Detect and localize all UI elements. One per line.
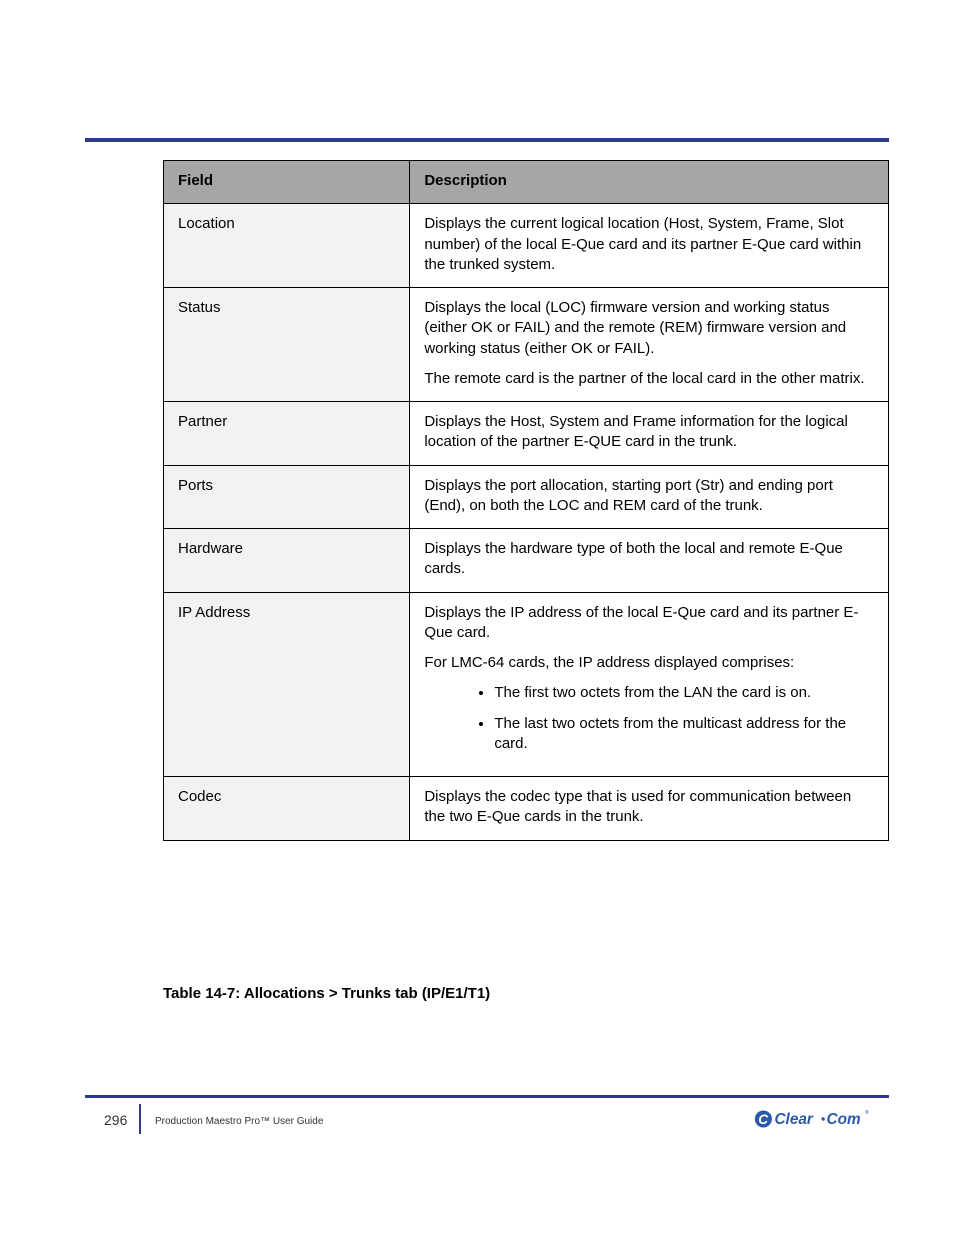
field-location: Location — [164, 204, 410, 288]
table-row: Status Displays the local (LOC) firmware… — [164, 288, 889, 402]
table-row: Partner Displays the Host, System and Fr… — [164, 402, 889, 466]
table-row: IP Address Displays the IP address of th… — [164, 592, 889, 777]
field-status: Status — [164, 288, 410, 402]
svg-text:®: ® — [865, 1109, 869, 1116]
table-row: Hardware Displays the hardware type of b… — [164, 529, 889, 593]
field-hardware: Hardware — [164, 529, 410, 593]
svg-text:C: C — [758, 1112, 769, 1127]
desc-status: Displays the local (LOC) firmware versio… — [410, 288, 888, 402]
svg-text:Com: Com — [827, 1111, 861, 1128]
table-header-row: Field Description — [164, 161, 889, 204]
ip-address-bullets: The first two octets from the LAN the ca… — [424, 683, 876, 754]
desc-ip-address: Displays the IP address of the local E-Q… — [410, 592, 888, 777]
page-number: 296 — [104, 1112, 127, 1128]
footer-rule — [85, 1095, 889, 1098]
col-header-description: Description — [410, 161, 888, 204]
list-item: The first two octets from the LAN the ca… — [494, 683, 876, 703]
desc-location: Displays the current logical location (H… — [410, 204, 888, 288]
page: Field Description Location Displays the … — [0, 0, 954, 1235]
trunks-table: Field Description Location Displays the … — [163, 160, 889, 841]
field-partner: Partner — [164, 402, 410, 466]
table-row: Codec Displays the codec type that is us… — [164, 777, 889, 840]
table-row: Ports Displays the port allocation, star… — [164, 465, 889, 529]
field-ip-address: IP Address — [164, 592, 410, 777]
list-item: The last two octets from the multicast a… — [494, 714, 876, 755]
desc-partner: Displays the Host, System and Frame info… — [410, 402, 888, 466]
table-row: Location Displays the current logical lo… — [164, 204, 889, 288]
page-number-separator — [139, 1104, 141, 1134]
field-ports: Ports — [164, 465, 410, 529]
desc-codec: Displays the codec type that is used for… — [410, 777, 888, 840]
field-codec: Codec — [164, 777, 410, 840]
table-caption: Table 14-7: Allocations > Trunks tab (IP… — [163, 985, 889, 1002]
footer-doc-title: Production Maestro Pro™ User Guide — [155, 1116, 323, 1127]
desc-ports: Displays the port allocation, starting p… — [410, 465, 888, 529]
col-header-field: Field — [164, 161, 410, 204]
clear-com-logo: C Clear Com ® — [754, 1104, 882, 1134]
header-rule — [85, 138, 889, 142]
desc-hardware: Displays the hardware type of both the l… — [410, 529, 888, 593]
svg-text:Clear: Clear — [774, 1111, 813, 1128]
